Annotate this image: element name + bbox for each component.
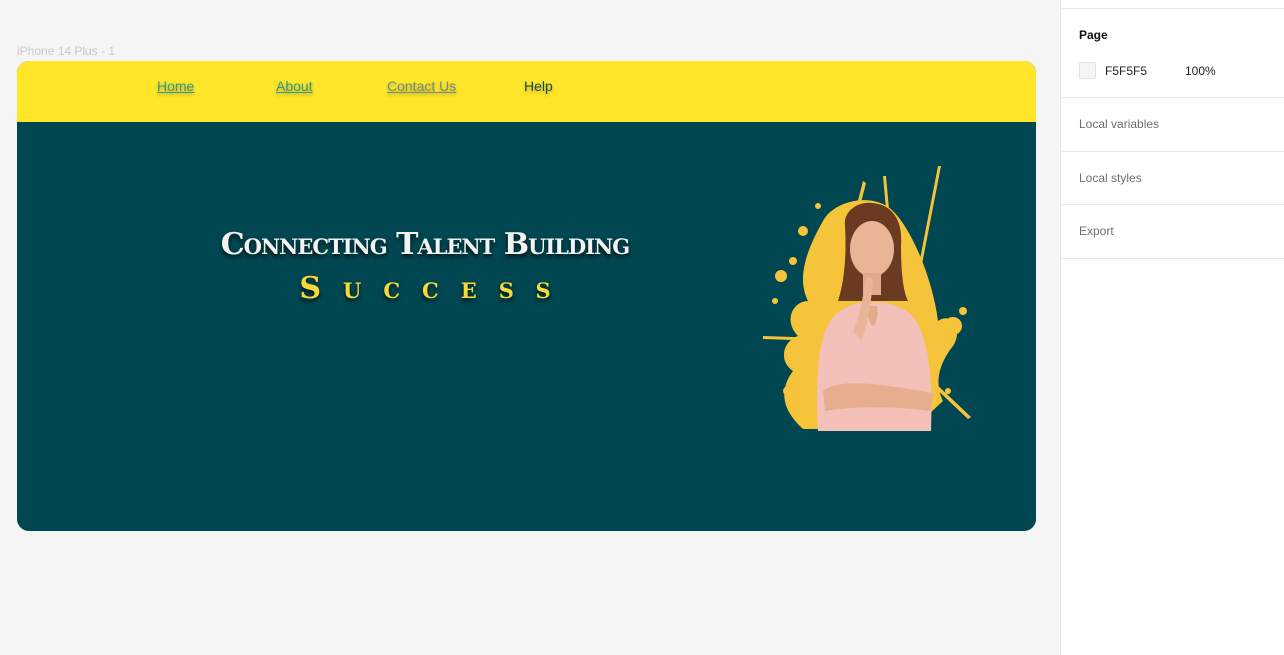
frame-label[interactable]: iPhone 14 Plus - 1 [17,44,115,58]
local-variables-section[interactable]: Local variables [1061,98,1284,152]
page-section: Page F5F5F5 100% [1061,9,1284,98]
export-section[interactable]: Export [1061,205,1284,259]
page-color-swatch[interactable] [1079,62,1096,79]
page-heading: Page [1079,28,1108,42]
nav-link-help[interactable]: Help [524,78,553,94]
nav-link-about[interactable]: About [276,78,313,94]
iphone-frame[interactable]: Home About Contact Us Help Connecting Ta… [17,61,1036,531]
hero-headline: Connecting Talent Building [220,227,630,262]
properties-panel: Page F5F5F5 100% Local variables Local s… [1060,0,1284,655]
nav-link-contact[interactable]: Contact Us [387,78,456,94]
site-navbar: Home About Contact Us Help [17,61,1036,122]
local-styles-label[interactable]: Local styles [1079,171,1142,185]
local-variables-label[interactable]: Local variables [1079,117,1159,131]
design-canvas[interactable]: iPhone 14 Plus - 1 Home About Contact Us… [0,0,1060,655]
local-styles-section[interactable]: Local styles [1061,152,1284,205]
nav-link-home[interactable]: Home [157,78,194,94]
hero-portrait-image [763,166,971,431]
page-color-hex[interactable]: F5F5F5 [1105,64,1147,78]
export-label[interactable]: Export [1079,224,1114,238]
page-opacity-value[interactable]: 100% [1185,64,1216,78]
hero-subline: Success [299,271,573,306]
